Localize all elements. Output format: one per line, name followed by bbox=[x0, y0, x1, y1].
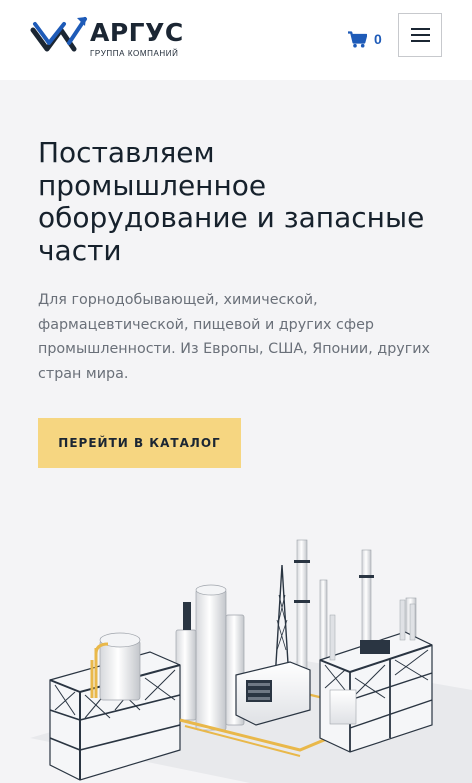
hamburger-menu-icon-line bbox=[410, 40, 430, 42]
hamburger-menu-icon-line bbox=[410, 34, 430, 36]
menu-button[interactable] bbox=[398, 13, 442, 57]
argus-logo-icon bbox=[30, 17, 87, 52]
cart-button[interactable]: 0 bbox=[348, 28, 382, 50]
shopping-cart-icon bbox=[348, 30, 367, 47]
catalog-button[interactable]: ПЕРЕЙТИ В КАТАЛОГ bbox=[38, 418, 241, 468]
hamburger-menu-icon bbox=[410, 28, 430, 30]
site-header: АРГУС ГРУППА КОМПАНИЙ 0 bbox=[0, 0, 472, 80]
logo-name: АРГУС bbox=[90, 18, 184, 47]
logo-tagline: ГРУППА КОМПАНИЙ bbox=[90, 49, 179, 58]
hero-description: Для горнодобывающей, химической, фармаце… bbox=[38, 292, 430, 382]
hero-title: Поставляем промышленное оборудование и з… bbox=[38, 136, 425, 267]
cart-count: 0 bbox=[374, 31, 382, 47]
industrial-plant-illustration bbox=[30, 539, 472, 783]
company-logo[interactable]: АРГУС ГРУППА КОМПАНИЙ bbox=[30, 16, 183, 62]
